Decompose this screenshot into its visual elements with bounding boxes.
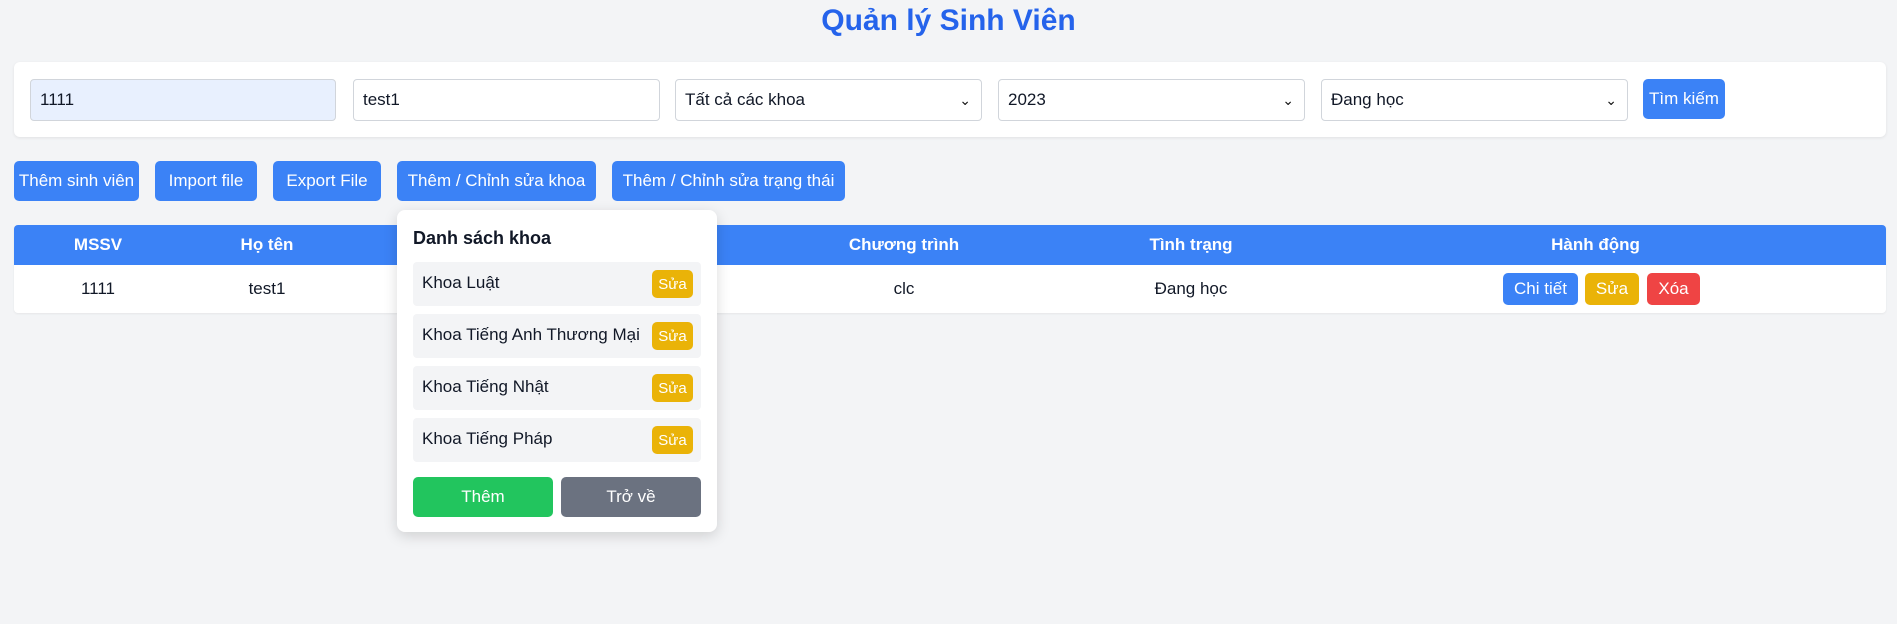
popup-title: Danh sách khoa bbox=[413, 228, 552, 248]
mssv-search-input[interactable]: 1111 bbox=[30, 79, 336, 121]
year-select[interactable]: 2023 ⌄ bbox=[998, 79, 1305, 121]
delete-button[interactable]: Xóa bbox=[1647, 273, 1700, 305]
edit-button[interactable]: Sửa bbox=[1585, 273, 1639, 305]
cell-status: Đang học bbox=[1154, 279, 1228, 298]
list-item: Khoa Luật Sửa bbox=[413, 262, 701, 306]
faculty-list-popup: Danh sách khoa Khoa Luật Sửa Khoa Tiếng … bbox=[397, 210, 717, 532]
header-mssv: MSSV bbox=[73, 235, 123, 254]
edit-faculty-item-button[interactable]: Sửa bbox=[652, 322, 693, 350]
header-name: Họ tên bbox=[240, 235, 294, 254]
year-select-value: 2023 bbox=[1008, 90, 1046, 109]
detail-button[interactable]: Chi tiết bbox=[1503, 273, 1578, 305]
list-item: Khoa Tiếng Nhật Sửa bbox=[413, 366, 701, 410]
mssv-search-value: 1111 bbox=[40, 90, 75, 109]
table-row: 1111 test1 clc Đang học Chi tiết Sửa Xóa bbox=[14, 265, 1886, 313]
chevron-down-icon: ⌄ bbox=[1605, 92, 1617, 108]
status-select[interactable]: Đang học ⌄ bbox=[1321, 79, 1628, 121]
header-actions: Hành động bbox=[1551, 235, 1640, 254]
import-file-button[interactable]: Import file bbox=[155, 161, 257, 201]
faculty-name: Khoa Luật bbox=[422, 273, 500, 292]
faculty-name: Khoa Tiếng Anh Thương Mại bbox=[422, 325, 640, 344]
name-search-input[interactable]: test1 bbox=[353, 79, 660, 121]
list-item: Khoa Tiếng Pháp Sửa bbox=[413, 418, 701, 462]
search-button[interactable]: Tìm kiếm bbox=[1643, 79, 1725, 119]
faculty-name: Khoa Tiếng Nhật bbox=[422, 377, 549, 396]
faculty-select[interactable]: Tất cả các khoa ⌄ bbox=[675, 79, 982, 121]
faculty-name: Khoa Tiếng Pháp bbox=[422, 429, 553, 448]
header-program: Chương trình bbox=[848, 235, 960, 254]
page-title: Quản lý Sinh Viên bbox=[821, 4, 1076, 37]
list-item: Khoa Tiếng Anh Thương Mại Sửa bbox=[413, 314, 701, 358]
cell-program: clc bbox=[893, 279, 915, 298]
edit-faculty-item-button[interactable]: Sửa bbox=[652, 374, 693, 402]
status-select-value: Đang học bbox=[1331, 90, 1404, 109]
back-button[interactable]: Trở về bbox=[561, 477, 701, 517]
chevron-down-icon: ⌄ bbox=[959, 92, 971, 108]
cell-name: test1 bbox=[248, 279, 286, 298]
student-table: MSSV Họ tên Chương trình Tình trạng Hành… bbox=[14, 225, 1886, 313]
export-file-button[interactable]: Export File bbox=[273, 161, 381, 201]
add-faculty-button[interactable]: Thêm bbox=[413, 477, 553, 517]
filter-bar: 1111 test1 Tất cả các khoa ⌄ 2023 ⌄ Đang… bbox=[14, 62, 1886, 137]
faculty-select-value: Tất cả các khoa bbox=[685, 90, 806, 109]
edit-status-button[interactable]: Thêm / Chỉnh sửa trạng thái bbox=[612, 161, 845, 201]
edit-faculty-button[interactable]: Thêm / Chỉnh sửa khoa bbox=[397, 161, 596, 201]
name-search-value: test1 bbox=[363, 90, 400, 109]
add-student-button[interactable]: Thêm sinh viên bbox=[14, 161, 139, 201]
cell-mssv: 1111 bbox=[80, 279, 116, 298]
table-header: MSSV Họ tên Chương trình Tình trạng Hành… bbox=[14, 225, 1886, 265]
edit-faculty-item-button[interactable]: Sửa bbox=[652, 426, 693, 454]
chevron-down-icon: ⌄ bbox=[1282, 92, 1294, 108]
edit-faculty-item-button[interactable]: Sửa bbox=[652, 270, 693, 298]
header-status: Tình trạng bbox=[1149, 235, 1233, 254]
